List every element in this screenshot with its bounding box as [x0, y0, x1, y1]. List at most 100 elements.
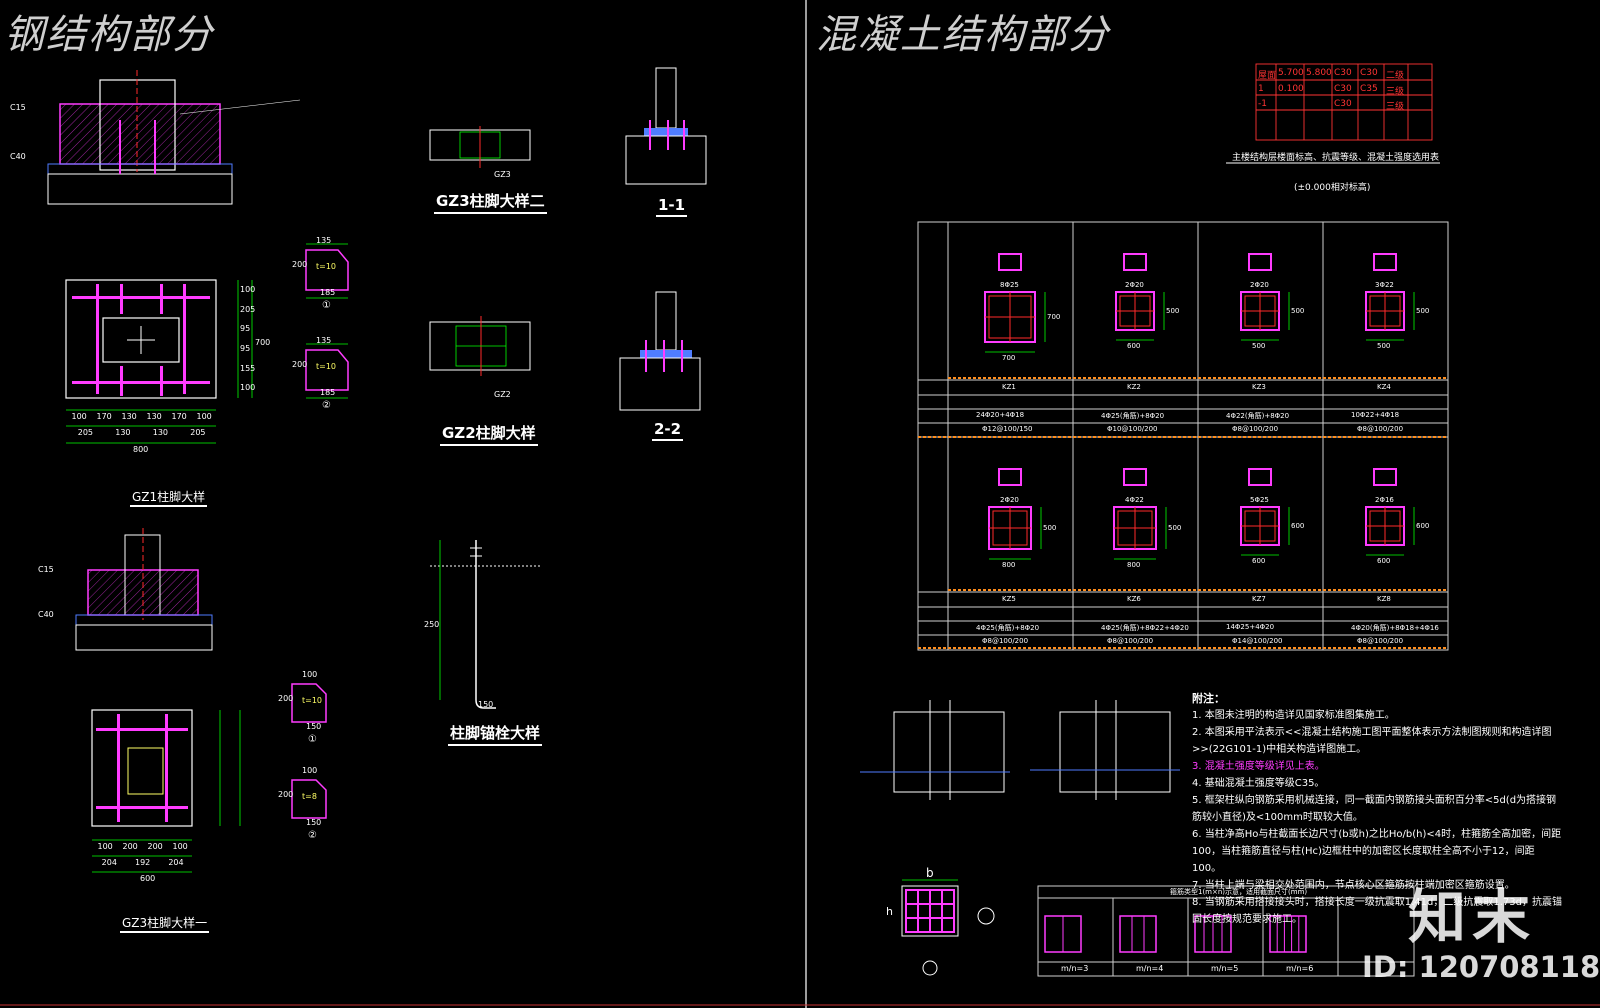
label-h: h — [886, 905, 893, 918]
caption-anchor: 柱脚锚栓大样 — [448, 722, 543, 746]
legend-note: (±0.000相对标高) — [1294, 183, 1371, 193]
plate-thickness: t=10 — [316, 262, 337, 271]
dim-label: 130 — [146, 412, 162, 421]
legend-caption: 主楼结构层楼面标高、抗震等级、混凝土强度选用表 — [1232, 153, 1440, 163]
column-key-icon — [1123, 468, 1147, 486]
column-key-icon — [1373, 253, 1397, 271]
label-c40-gz3: C40 — [38, 610, 54, 619]
stirrup-type-box — [1119, 915, 1157, 953]
column-name: KZ4 — [1377, 383, 1391, 391]
column-side: 500 — [1291, 307, 1305, 315]
column-name: KZ6 — [1127, 595, 1141, 603]
dim-label: 200 — [147, 842, 163, 851]
column-width: 600 — [1127, 342, 1141, 350]
column-main-bars: 4Φ25(角筋)+8Φ22+4Φ20 — [1101, 624, 1189, 632]
plate-dim-top: 135 — [316, 236, 332, 245]
dim-label: 205 — [190, 428, 206, 437]
dim-label: 170 — [96, 412, 112, 421]
legend-cell: 三级 — [1386, 87, 1405, 97]
legend-cell: 5.700 — [1278, 68, 1304, 78]
column-top-bars: 4Φ22 — [1125, 496, 1144, 504]
notes-title: 附注： — [1192, 692, 1225, 705]
column-width: 600 — [1252, 557, 1266, 565]
gz3-plan — [91, 709, 193, 827]
column-main-bars: 4Φ25(角筋)+8Φ20 — [1101, 412, 1165, 420]
column-stirrups: Φ14@100/200 — [1232, 637, 1283, 645]
caption-gz1: GZ1柱脚大样 — [130, 488, 208, 507]
dim-label: 204 — [168, 858, 184, 867]
column-main-bars: 4Φ22(角筋)+8Φ20 — [1226, 412, 1290, 420]
plate-thickness: t=10 — [302, 696, 323, 705]
column-stirrups: Φ12@100/150 — [982, 425, 1033, 433]
gz1-plan — [65, 279, 217, 399]
column-top-bars: 8Φ25 — [1000, 281, 1019, 289]
legend-cell: 1 — [1258, 84, 1264, 94]
column-main-bars: 4Φ25(角筋)+8Φ20 — [976, 624, 1040, 632]
column-width: 800 — [1127, 561, 1141, 569]
caption-gz2: GZ2柱脚大样 — [440, 422, 538, 446]
dim-label: 130 — [152, 428, 169, 437]
gz3-detail-two — [429, 126, 531, 168]
column-width: 600 — [1377, 557, 1391, 565]
column-key-icon — [1123, 253, 1147, 271]
column-side: 600 — [1416, 522, 1430, 530]
label-c15-gz3: C15 — [38, 565, 54, 574]
section-2-2 — [619, 291, 701, 411]
column-name: KZ1 — [1002, 383, 1016, 391]
legend-cell: C30 — [1334, 84, 1352, 94]
column-stirrups: Φ8@100/200 — [1357, 425, 1404, 433]
brand-id: ID: 1207081181 — [1362, 950, 1600, 984]
label-gz3-tag: GZ3 — [494, 170, 511, 179]
column-top-bars: 2Φ20 — [1125, 281, 1144, 289]
column-stirrups: Φ10@100/200 — [1107, 425, 1158, 433]
joint-detail-2 — [1030, 700, 1180, 800]
plate-thickness: t=8 — [302, 792, 317, 801]
legend-cell: C30 — [1334, 99, 1352, 109]
column-main-bars: 4Φ20(角筋)+8Φ18+4Φ16 — [1351, 624, 1439, 632]
dim-label: 205 — [240, 304, 256, 314]
dim-label: 155 — [240, 363, 256, 373]
column-sections — [984, 253, 1415, 560]
column-side: 500 — [1166, 307, 1180, 315]
plate-dim-top: 135 — [316, 336, 332, 345]
stirrup-table-title: 箍筋类型1(m×n)示意，适用截面尺寸(mm) — [1170, 888, 1308, 896]
column-key-icon — [998, 253, 1022, 271]
caption-section-1-1: 1-1 — [656, 196, 688, 217]
label-250: 250 — [424, 620, 440, 629]
dim-label: 100 — [172, 842, 188, 851]
column-side: 500 — [1043, 524, 1057, 532]
gz3-elevation — [75, 528, 213, 651]
caption-gz3-two: GZ3柱脚大样二 — [434, 190, 547, 214]
dim-label: 95 — [240, 324, 251, 334]
column-name: KZ3 — [1252, 383, 1266, 391]
plate-dim-side: 200 — [278, 790, 294, 799]
brand-logo: 知末 — [1408, 883, 1537, 951]
dim-label: 192 — [135, 858, 151, 867]
label-gz2-tag: GZ2 — [494, 390, 511, 399]
steel-section-title: 钢结构部分 — [4, 12, 214, 58]
stirrup-type-label: m/n=4 — [1136, 964, 1164, 973]
stirrup-example — [901, 879, 995, 976]
plate-dim-top: 100 — [302, 766, 318, 775]
legend-cell: 二级 — [1386, 71, 1405, 81]
dim-label: 204 — [101, 858, 117, 867]
column-key-icon — [1373, 468, 1397, 486]
column-top-bars: 3Φ22 — [1375, 281, 1394, 289]
dim-label: 95 — [240, 343, 251, 353]
gz3-total: 600 — [140, 874, 156, 883]
caption-section-2-2: 2-2 — [652, 420, 684, 441]
column-stirrups: Φ8@100/200 — [982, 637, 1029, 645]
column-side: 700 — [1047, 313, 1061, 321]
plate-mark: ① — [322, 300, 331, 311]
plate-dim-bottom: 150 — [306, 818, 322, 827]
legend-cell: C30 — [1360, 68, 1378, 78]
dim-label: 200 — [122, 842, 138, 851]
plate-dim-top: 100 — [302, 670, 318, 679]
column-top-bars: 2Φ16 — [1375, 496, 1394, 504]
stirrup-type-label: m/n=3 — [1061, 964, 1089, 973]
joint-detail-1 — [860, 700, 1010, 800]
gz1-elevation — [47, 70, 301, 205]
column-stirrups: Φ8@100/200 — [1107, 637, 1154, 645]
note-item: 5. 框架柱纵向钢筋采用机械连接，同一截面内钢筋接头面积百分率<5d(d为搭接钢… — [1192, 795, 1557, 823]
column-side: 500 — [1168, 524, 1182, 532]
